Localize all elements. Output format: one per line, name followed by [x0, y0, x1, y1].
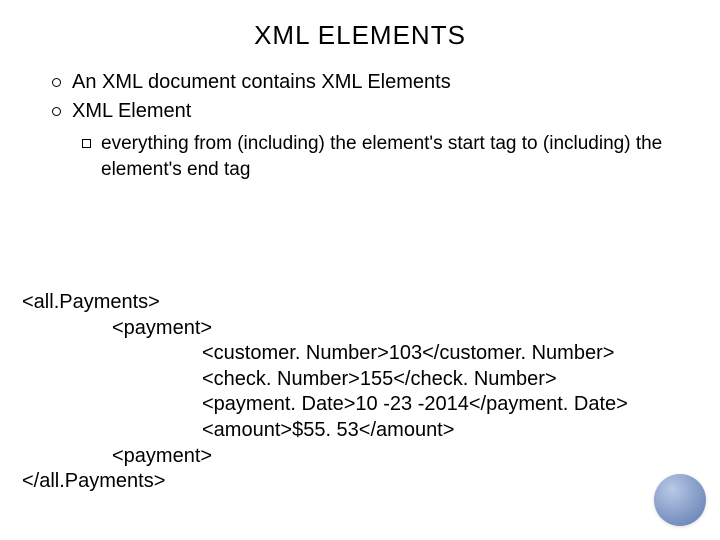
bullet-text: XML Element: [72, 98, 191, 125]
bullet-list: An XML document contains XML Elements XM…: [0, 69, 720, 182]
code-line: <all.Payments>: [22, 290, 690, 316]
decorative-sphere-icon: [654, 474, 706, 526]
title-part-a: XML E: [254, 20, 336, 50]
bullet-text: An XML document contains XML Elements: [72, 69, 451, 96]
code-line: <payment>: [22, 316, 690, 342]
code-line: </all.Payments>: [22, 469, 690, 495]
code-line: <payment>: [22, 444, 690, 470]
circle-bullet-icon: [52, 107, 61, 116]
circle-bullet-icon: [52, 78, 61, 87]
square-bullet-icon: [82, 139, 91, 148]
code-line: <check. Number>155</check. Number>: [22, 367, 690, 393]
sub-bullet-item: everything from (including) the element'…: [82, 131, 680, 182]
sub-bullet-text: everything from (including) the element'…: [101, 131, 680, 182]
code-line: <payment. Date>10 -23 -2014</payment. Da…: [22, 392, 690, 418]
bullet-item: XML Element: [52, 98, 680, 125]
bullet-item: An XML document contains XML Elements: [52, 69, 680, 96]
xml-code-block: <all.Payments> <payment> <customer. Numb…: [22, 290, 690, 495]
code-line: <customer. Number>103</customer. Number>: [22, 341, 690, 367]
slide-title: XML ELEMENTS: [0, 0, 720, 69]
code-line: <amount>$55. 53</amount>: [22, 418, 690, 444]
title-part-b: LEMENTS: [336, 20, 466, 50]
